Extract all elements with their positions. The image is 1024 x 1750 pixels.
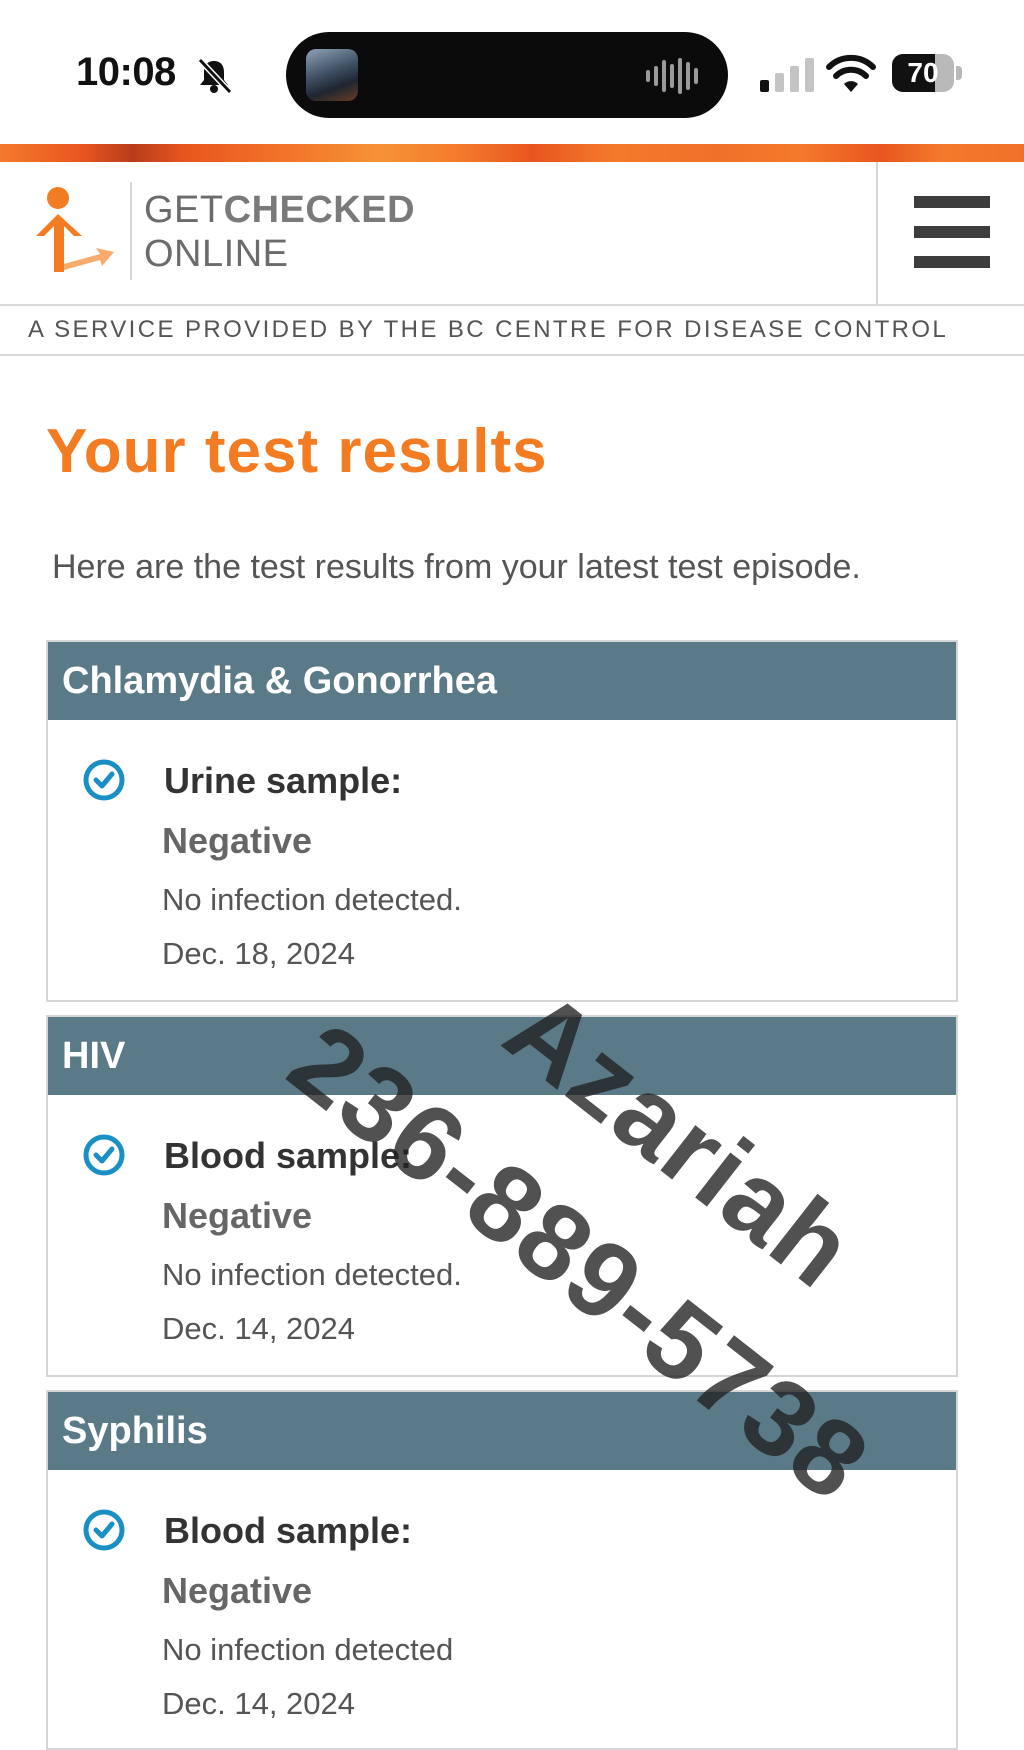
status-time: 10:08 bbox=[76, 50, 176, 94]
result-card-header: Syphilis bbox=[48, 1392, 956, 1470]
result-status: Negative bbox=[162, 1195, 313, 1236]
result-card-title: Chlamydia & Gonorrhea bbox=[62, 660, 497, 702]
sample-type: Blood sample: bbox=[164, 1510, 413, 1551]
logo-get: GET bbox=[144, 189, 224, 231]
result-card-hiv: HIV Blood sample: Negative No infection … bbox=[46, 1015, 958, 1377]
logo-person-icon[interactable] bbox=[30, 184, 126, 280]
logo-online: ONLINE bbox=[144, 233, 289, 275]
result-status: Negative bbox=[162, 820, 313, 861]
battery-icon: 70 bbox=[892, 54, 964, 92]
result-card-syphilis: Syphilis Blood sample: Negative No infec… bbox=[46, 1390, 958, 1750]
page-title: Your test results bbox=[46, 417, 548, 486]
result-date: Dec. 14, 2024 bbox=[162, 1686, 356, 1721]
service-tagline: A SERVICE PROVIDED BY THE BC CENTRE FOR … bbox=[0, 306, 1024, 356]
check-circle-icon bbox=[83, 759, 125, 801]
status-bar: 10:08 70 bbox=[0, 0, 1024, 144]
result-card-chlamydia-gonorrhea: Chlamydia & Gonorrhea Urine sample: Nega… bbox=[46, 640, 958, 1002]
sample-type: Blood sample: bbox=[164, 1135, 413, 1176]
result-card-header: Chlamydia & Gonorrhea bbox=[48, 642, 956, 720]
battery-percentage: 70 bbox=[907, 57, 939, 88]
check-circle-icon bbox=[83, 1134, 125, 1176]
result-detail: No infection detected bbox=[162, 1632, 454, 1667]
result-status: Negative bbox=[162, 1570, 313, 1611]
result-date: Dec. 18, 2024 bbox=[162, 936, 356, 971]
check-circle-icon bbox=[83, 1509, 125, 1551]
result-detail: No infection detected. bbox=[162, 1257, 462, 1292]
audio-waveform-icon bbox=[646, 58, 698, 94]
brand-stripe bbox=[0, 144, 1024, 162]
logo-wordmark[interactable]: GETCHECKED ONLINE bbox=[144, 188, 415, 276]
logo-checked: CHECKED bbox=[223, 189, 416, 231]
sample-type: Urine sample: bbox=[164, 760, 403, 801]
intro-text: Here are the test results from your late… bbox=[52, 548, 861, 586]
result-card-header: HIV bbox=[48, 1017, 956, 1095]
bell-slash-icon bbox=[197, 57, 233, 95]
cellular-signal-icon bbox=[760, 58, 814, 92]
result-card-title: Syphilis bbox=[62, 1410, 208, 1452]
result-date: Dec. 14, 2024 bbox=[162, 1311, 356, 1346]
hamburger-menu-icon[interactable] bbox=[914, 196, 990, 268]
tagline-text: A SERVICE PROVIDED BY THE BC CENTRE FOR … bbox=[28, 316, 949, 343]
dynamic-island[interactable] bbox=[286, 32, 728, 118]
wifi-icon bbox=[826, 54, 876, 92]
result-card-title: HIV bbox=[62, 1035, 126, 1077]
site-header: GETCHECKED ONLINE bbox=[0, 162, 1024, 306]
now-playing-artwork bbox=[306, 49, 358, 101]
result-detail: No infection detected. bbox=[162, 882, 462, 917]
